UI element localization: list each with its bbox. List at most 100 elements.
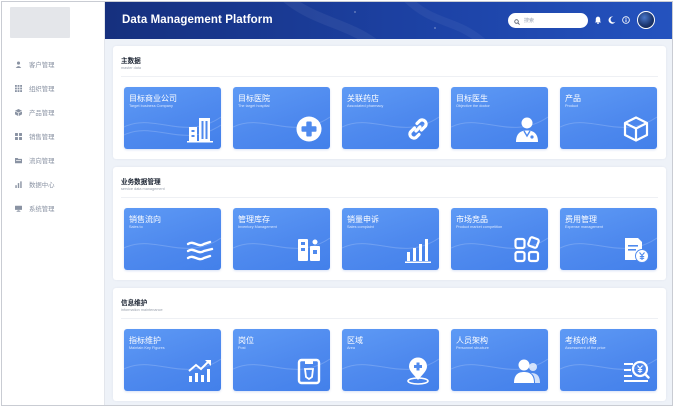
sidebar-item-flow[interactable]: 流向管理 [2, 148, 105, 172]
flow-icon [186, 236, 214, 264]
section-title: 信息维护 [121, 300, 148, 307]
search-input[interactable]: 搜索 [508, 13, 588, 28]
card-title: 目标医院 [238, 94, 270, 103]
price-search-icon [622, 357, 650, 385]
sidebar-item-label: 流向管理 [29, 157, 55, 165]
trend-chart-icon [186, 357, 214, 385]
card-product[interactable]: 产品 Product [560, 87, 657, 149]
card-title: 费用管理 [565, 215, 597, 224]
section-master-data: 主数据 master data 目标商业公司 Target business C… [113, 46, 666, 159]
card-subtitle: Personnel structure [456, 346, 489, 350]
section-header: 主数据 master data [121, 55, 658, 77]
card-subtitle: Associated pharmacy [347, 104, 384, 108]
moon-icon[interactable] [607, 15, 617, 25]
logo-placeholder [10, 7, 70, 38]
avatar[interactable] [637, 11, 655, 29]
sidebar-item-label: 数据中心 [29, 181, 55, 189]
card-row: 销售流向 Sales to 管理库存 Inventory Management [124, 208, 659, 270]
link-icon [404, 115, 432, 143]
doctor-icon [513, 115, 541, 143]
sidebar-item-customer[interactable]: 客户管理 [2, 52, 105, 76]
section-subtitle: master data [121, 66, 142, 70]
card-subtitle: Assessment of the price [565, 346, 606, 350]
top-header: Data Management Platform 搜索 [105, 2, 672, 39]
card-row: 目标商业公司 Target business Company 目标医院 The … [124, 87, 659, 149]
warehouse-icon [295, 236, 323, 264]
main-content: 主数据 master data 目标商业公司 Target business C… [105, 39, 672, 405]
section-title: 业务数据管理 [121, 179, 161, 186]
info-icon[interactable] [621, 15, 631, 25]
search-placeholder: 搜索 [524, 18, 535, 24]
card-subtitle: Post [238, 346, 246, 350]
card-title: 目标商业公司 [129, 94, 177, 103]
sidebar-item-product[interactable]: 产品管理 [2, 100, 105, 124]
card-title: 区域 [347, 336, 363, 345]
card-target-doctor[interactable]: 目标医生 Objective the doctor [451, 87, 548, 149]
blocks-icon [513, 236, 541, 264]
bar-chart-icon [14, 180, 22, 188]
section-subtitle: information maintenance [121, 308, 163, 312]
card-subtitle: Product market competition [456, 225, 503, 229]
card-expense-management[interactable]: 费用管理 Expense management [560, 208, 657, 270]
section-service-data: 业务数据管理 service data management 销售流向 Sale… [113, 167, 666, 280]
search-icon [514, 12, 520, 30]
card-target-business-company[interactable]: 目标商业公司 Target business Company [124, 87, 221, 149]
card-subtitle: Product [565, 104, 579, 108]
card-row: 指标维护 Maintain Key Figures 岗位 Post 区域 Are… [124, 329, 659, 391]
people-icon [513, 357, 541, 385]
card-post[interactable]: 岗位 Post [233, 329, 330, 391]
sidebar-item-label: 销售管理 [29, 133, 55, 141]
sidebar-item-data-center[interactable]: 数据中心 [2, 172, 105, 196]
location-pin-icon [404, 357, 432, 385]
card-sales-complaint[interactable]: 销量申诉 Sales complaint [342, 208, 439, 270]
card-title: 指标维护 [129, 336, 161, 345]
app-window: 客户管理 组织管理 产品管理 销售管理 流向管理 数据中心 系统管理 Data … [1, 1, 673, 406]
user-icon [14, 60, 22, 68]
buildings-icon [186, 115, 214, 143]
card-inventory-management[interactable]: 管理库存 Inventory Management [233, 208, 330, 270]
medical-cross-icon [295, 115, 323, 143]
card-subtitle: Sales complaint [347, 225, 374, 229]
sidebar-item-label: 客户管理 [29, 61, 55, 69]
sidebar-item-label: 系统管理 [29, 205, 55, 213]
card-title: 关联药店 [347, 94, 379, 103]
sidebar-item-label: 产品管理 [29, 109, 55, 117]
sidebar-item-system[interactable]: 系统管理 [2, 196, 105, 220]
card-subtitle: The target hospital [238, 104, 270, 108]
card-target-hospital[interactable]: 目标医院 The target hospital [233, 87, 330, 149]
card-market-competition[interactable]: 市场竞品 Product market competition [451, 208, 548, 270]
invoice-yen-icon [622, 236, 650, 264]
card-maintain-key-figures[interactable]: 指标维护 Maintain Key Figures [124, 329, 221, 391]
sidebar-item-sales[interactable]: 销售管理 [2, 124, 105, 148]
card-sales-flow[interactable]: 销售流向 Sales to [124, 208, 221, 270]
card-personnel-structure[interactable]: 人员架构 Personnel structure [451, 329, 548, 391]
section-subtitle: service data management [121, 187, 165, 191]
card-area[interactable]: 区域 Area [342, 329, 439, 391]
section-header: 信息维护 information maintenance [121, 297, 658, 319]
card-title: 市场竞品 [456, 215, 488, 224]
card-assessment-price[interactable]: 考核价格 Assessment of the price [560, 329, 657, 391]
apps-icon [14, 132, 22, 140]
sidebar-item-organization[interactable]: 组织管理 [2, 76, 105, 100]
card-title: 产品 [565, 94, 581, 103]
card-subtitle: Maintain Key Figures [129, 346, 165, 350]
card-subtitle: Expense management [565, 225, 603, 229]
section-information-maintenance: 信息维护 information maintenance 指标维护 Mainta… [113, 288, 666, 401]
card-subtitle: Objective the doctor [456, 104, 490, 108]
card-subtitle: Inventory Management [238, 225, 277, 229]
card-title: 管理库存 [238, 215, 270, 224]
card-title: 考核价格 [565, 336, 597, 345]
monitor-icon [14, 204, 22, 212]
grid-icon [14, 84, 22, 92]
folder-icon [14, 156, 22, 164]
bell-icon[interactable] [593, 15, 603, 25]
card-title: 岗位 [238, 336, 254, 345]
sidebar-item-label: 组织管理 [29, 85, 55, 93]
card-subtitle: Target business Company [129, 104, 173, 108]
sidebar: 客户管理 组织管理 产品管理 销售管理 流向管理 数据中心 系统管理 [2, 2, 105, 405]
badge-icon [295, 357, 323, 385]
app-title: Data Management Platform [122, 14, 273, 26]
sidebar-nav: 客户管理 组织管理 产品管理 销售管理 流向管理 数据中心 系统管理 [2, 52, 105, 220]
box-icon [14, 108, 22, 116]
card-associated-pharmacy[interactable]: 关联药店 Associated pharmacy [342, 87, 439, 149]
